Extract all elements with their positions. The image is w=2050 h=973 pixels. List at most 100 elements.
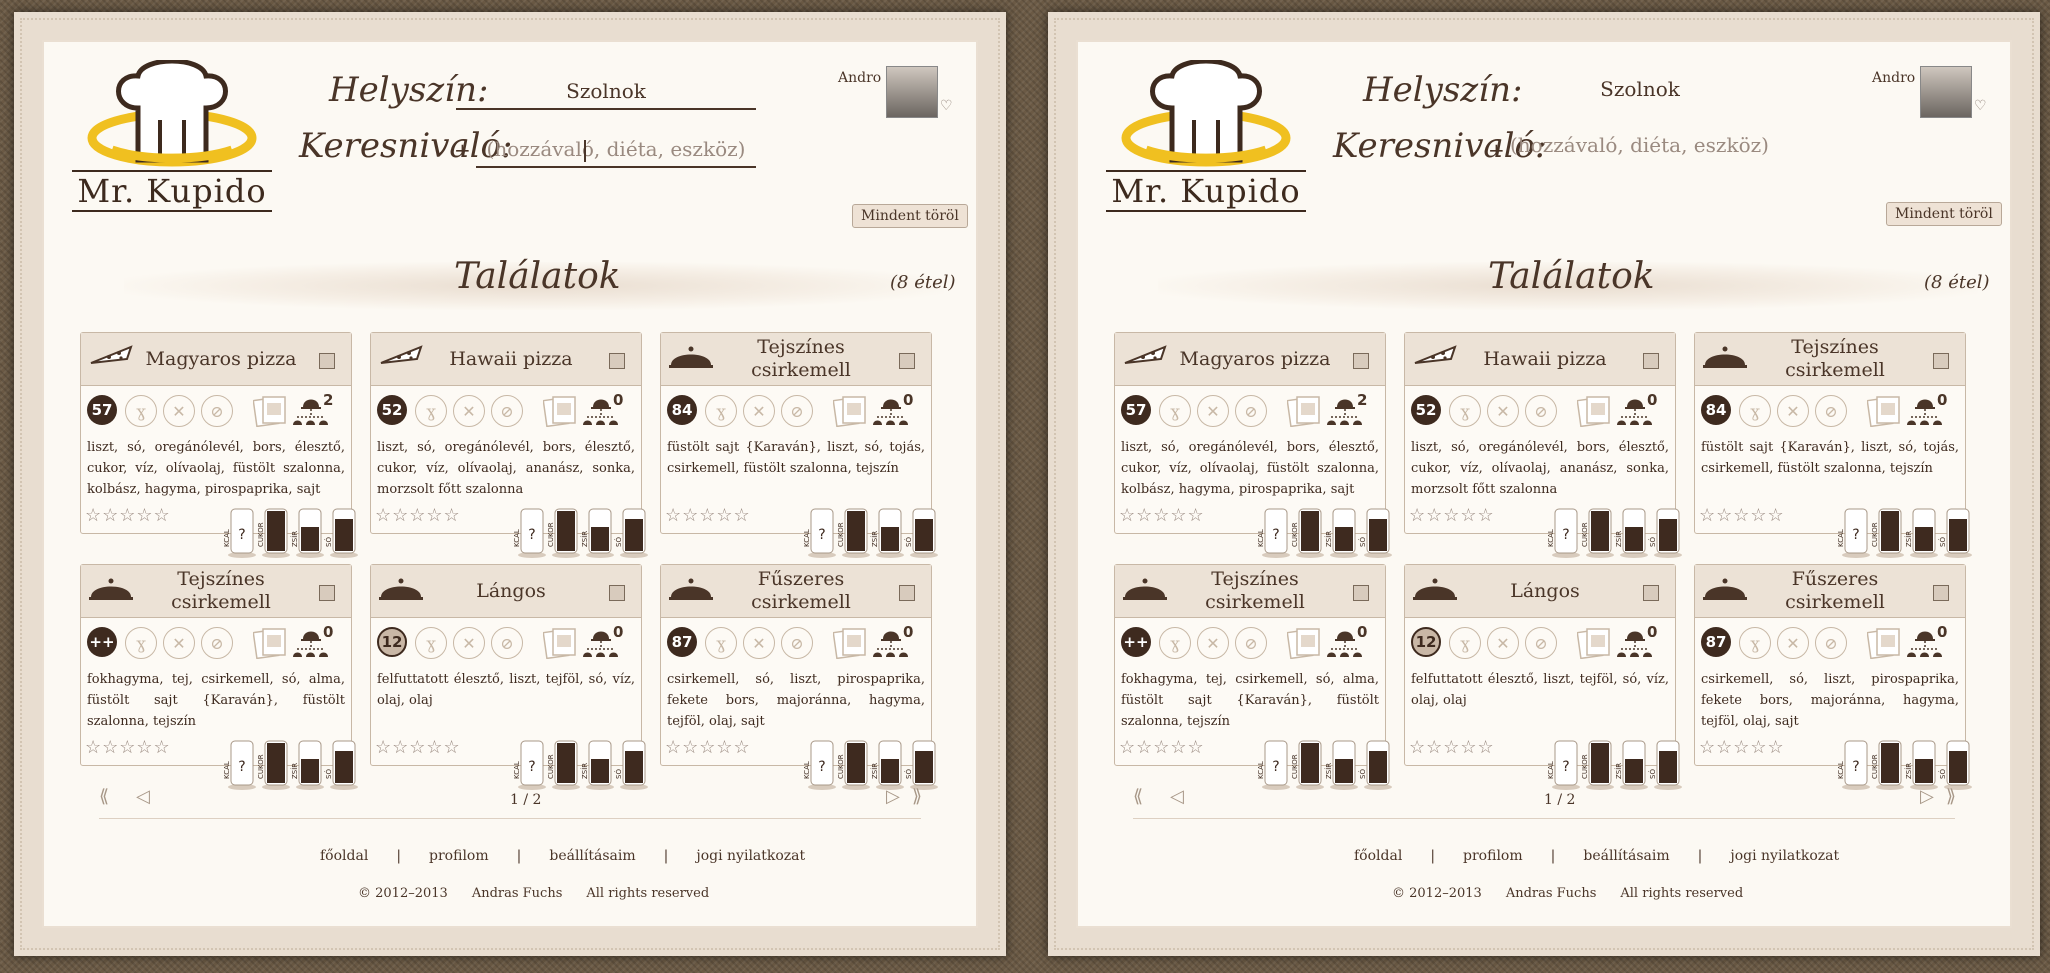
nutrition-bars: ? KCAL CUKOR ZSÍR SÓ <box>1257 508 1392 558</box>
svg-text:ZSÍR: ZSÍR <box>290 531 299 547</box>
cloche-icon <box>1413 575 1457 603</box>
recipe-card[interactable]: Tejszínes csirkemell 84 ɣ ✕ ⊘ 0 füstölt sajt {… <box>660 332 938 558</box>
footer-link-settings[interactable]: beállításaim <box>549 848 635 864</box>
recipe-select-checkbox[interactable] <box>899 585 915 601</box>
last-page-button[interactable]: ⟫ <box>1946 786 1956 807</box>
recipe-select-checkbox[interactable] <box>319 353 335 369</box>
recipe-select-checkbox[interactable] <box>1353 585 1369 601</box>
recipe-card[interactable]: Magyaros pizza 57 ɣ ✕ ⊘ 2 liszt, só, oregánóle… <box>80 332 358 558</box>
photo-stack-icon <box>833 628 866 659</box>
footer-link-legal[interactable]: jogi nyilatkozat <box>696 848 805 864</box>
recipe-card[interactable]: Fűszeres csirkemell 87 ɣ ✕ ⊘ 0 csirkemell, só,… <box>1694 564 1972 790</box>
footer-link-settings[interactable]: beállításaim <box>1583 848 1669 864</box>
svg-text:SÓ: SÓ <box>1358 537 1367 547</box>
match-score-badge: 84 <box>1701 395 1731 425</box>
recipe-card[interactable]: Tejszínes csirkemell 84 ɣ ✕ ⊘ 0 füstölt sajt {… <box>1694 332 1972 558</box>
rating-stars[interactable]: ☆☆☆☆☆ <box>665 737 751 758</box>
footer-link-profile[interactable]: profilom <box>429 848 489 864</box>
recipe-card-header: Tejszínes csirkemell <box>1695 333 1965 386</box>
user-name[interactable]: Andro <box>838 70 881 86</box>
rating-stars[interactable]: ☆☆☆☆☆ <box>375 737 461 758</box>
svg-text:CUKOR: CUKOR <box>1291 522 1299 547</box>
logo[interactable]: Mr. Kupido <box>72 58 272 220</box>
rating-stars[interactable]: ☆☆☆☆☆ <box>1409 737 1495 758</box>
logo[interactable]: Mr. Kupido <box>1106 58 1306 220</box>
rating-stars[interactable]: ☆☆☆☆☆ <box>1699 737 1785 758</box>
recipe-title[interactable]: Hawaii pizza <box>1455 333 1635 385</box>
clear-all-button[interactable]: Mindent töröl <box>1886 202 2002 226</box>
location-input[interactable]: Szolnok <box>1490 74 1790 108</box>
rating-stars[interactable]: ☆☆☆☆☆ <box>85 505 171 526</box>
query-input[interactable]: (hozzávaló, diéta, eszköz) <box>1510 128 1770 162</box>
recipe-select-checkbox[interactable] <box>1643 585 1659 601</box>
recipe-card[interactable]: Lángos 12 ɣ ✕ ⊘ 0 felfuttatott élesztő, liszt,… <box>370 564 648 790</box>
footer-link-profile[interactable]: profilom <box>1463 848 1523 864</box>
footer-link-home[interactable]: főoldal <box>320 848 368 864</box>
recipe-title[interactable]: Magyaros pizza <box>131 333 311 385</box>
recipe-card[interactable]: Tejszínes csirkemell ++ ɣ ✕ ⊘ 0 fokhagyma, tej… <box>80 564 358 790</box>
next-page-button[interactable]: ▷ <box>1920 786 1934 807</box>
recipe-title[interactable]: Magyaros pizza <box>1165 333 1345 385</box>
recipe-select-checkbox[interactable] <box>1643 353 1659 369</box>
recipe-select-checkbox[interactable] <box>899 353 915 369</box>
footer-link-legal[interactable]: jogi nyilatkozat <box>1730 848 1839 864</box>
recipe-card[interactable]: Hawaii pizza 52 ɣ ✕ ⊘ 0 liszt, só, oregánólevé… <box>1404 332 1682 558</box>
recipe-title[interactable]: Hawaii pizza <box>421 333 601 385</box>
clear-all-button[interactable]: Mindent töröl <box>852 204 968 228</box>
recipe-title[interactable]: Tejszínes csirkemell <box>711 333 891 385</box>
rating-stars[interactable]: ☆☆☆☆☆ <box>1409 505 1495 526</box>
recipe-card[interactable]: Tejszínes csirkemell ++ ɣ ✕ ⊘ 0 fokhagyma, tej… <box>1114 564 1392 790</box>
diet-no-gluten-icon: ✕ <box>163 395 195 427</box>
user-name[interactable]: Andro <box>1872 70 1915 86</box>
svg-text:ZSÍR: ZSÍR <box>580 531 589 547</box>
last-page-button[interactable]: ⟫ <box>912 786 922 807</box>
recipe-select-checkbox[interactable] <box>1933 585 1949 601</box>
nutrition-bars: ? KCAL CUKOR ZSÍR SÓ <box>803 740 938 790</box>
recipe-card[interactable]: Hawaii pizza 52 ɣ ✕ ⊘ 0 liszt, só, oregánólevé… <box>370 332 648 558</box>
prev-page-button[interactable]: ◁ <box>136 786 150 807</box>
recipe-select-checkbox[interactable] <box>1933 353 1949 369</box>
svg-text:?: ? <box>528 759 535 775</box>
svg-text:?: ? <box>818 527 825 543</box>
recipe-select-checkbox[interactable] <box>609 585 625 601</box>
results-title: Találatok <box>1488 256 1655 297</box>
heart-icon[interactable]: ♡ <box>1974 98 1987 114</box>
avatar[interactable] <box>1920 66 1972 118</box>
recipe-select-checkbox[interactable] <box>1353 353 1369 369</box>
logo-text: Mr. Kupido <box>1106 170 1306 212</box>
first-page-button[interactable]: ⟪ <box>1133 786 1143 807</box>
recipe-title[interactable]: Fűszeres csirkemell <box>1745 565 1925 617</box>
query-plus: + <box>454 138 471 162</box>
prev-page-button[interactable]: ◁ <box>1170 786 1184 807</box>
rating-stars[interactable]: ☆☆☆☆☆ <box>85 737 171 758</box>
ingredients-text: liszt, só, oregánólevél, bors, élesztő, … <box>377 440 635 497</box>
recipe-card[interactable]: Magyaros pizza 57 ɣ ✕ ⊘ 2 liszt, só, oregánóle… <box>1114 332 1392 558</box>
recipe-title[interactable]: Tejszínes csirkemell <box>1165 565 1345 617</box>
next-page-button[interactable]: ▷ <box>886 786 900 807</box>
heart-icon[interactable]: ♡ <box>940 98 953 114</box>
query-input[interactable]: (hozzávaló, diéta, eszköz) <box>476 132 756 168</box>
location-input[interactable]: Szolnok <box>456 74 756 110</box>
avatar[interactable] <box>886 66 938 118</box>
rating-stars[interactable]: ☆☆☆☆☆ <box>375 505 461 526</box>
first-page-button[interactable]: ⟪ <box>99 786 109 807</box>
recipe-card[interactable]: Lángos 12 ɣ ✕ ⊘ 0 felfuttatott élesztő, liszt,… <box>1404 564 1682 790</box>
recipe-title[interactable]: Lángos <box>421 565 601 617</box>
text-cursor <box>584 140 586 162</box>
recipe-title[interactable]: Fűszeres csirkemell <box>711 565 891 617</box>
recipe-title[interactable]: Lángos <box>1455 565 1635 617</box>
svg-text:SÓ: SÓ <box>324 537 333 547</box>
rating-stars[interactable]: ☆☆☆☆☆ <box>1119 737 1205 758</box>
rating-stars[interactable]: ☆☆☆☆☆ <box>1119 505 1205 526</box>
recipe-card[interactable]: Fűszeres csirkemell 87 ɣ ✕ ⊘ 0 csirkemell, só,… <box>660 564 938 790</box>
footer-link-home[interactable]: főoldal <box>1354 848 1402 864</box>
recipe-select-checkbox[interactable] <box>609 353 625 369</box>
recipe-title[interactable]: Tejszínes csirkemell <box>131 565 311 617</box>
recipe-title[interactable]: Tejszínes csirkemell <box>1745 333 1925 385</box>
diet-no-lactose-icon: ⊘ <box>491 627 523 659</box>
rating-stars[interactable]: ☆☆☆☆☆ <box>1699 505 1785 526</box>
recipe-select-checkbox[interactable] <box>319 585 335 601</box>
rating-stars[interactable]: ☆☆☆☆☆ <box>665 505 751 526</box>
svg-text:?: ? <box>1562 527 1569 543</box>
location-value: Szolnok <box>566 79 646 103</box>
